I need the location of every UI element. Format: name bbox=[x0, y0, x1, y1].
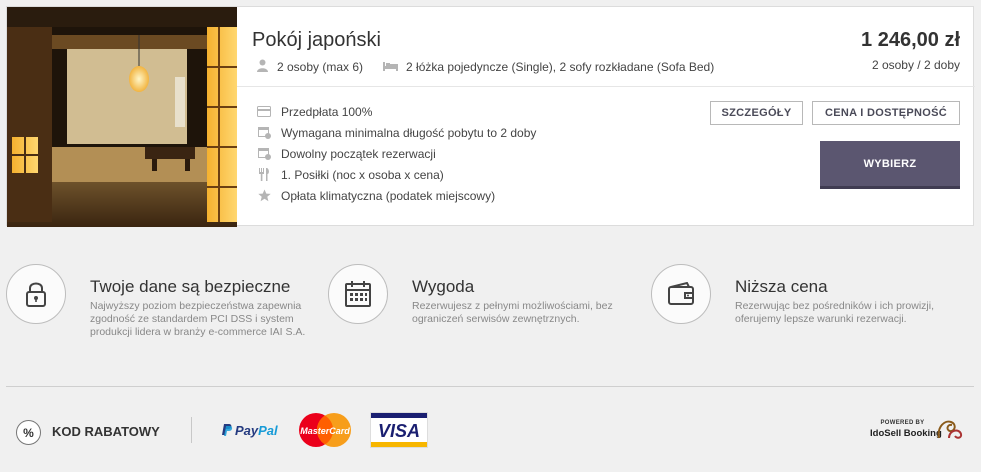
powered-by-label: POWERED BY bbox=[880, 420, 925, 426]
room-meta: 2 osoby (max 6) 2 łóżka pojedyncze (Sing… bbox=[256, 59, 714, 75]
feature-label: Dowolny początek rezerwacji bbox=[281, 146, 436, 161]
paypal-logo: PayPal bbox=[222, 423, 278, 438]
visa-text: VISA bbox=[377, 421, 420, 441]
padlock-icon bbox=[6, 264, 66, 324]
visa-logo: VISA bbox=[370, 412, 428, 448]
room-features: Przedpłata 100% Wymagana minimalna długo… bbox=[257, 101, 536, 206]
footer: % KOD RABATOWY PayPal MasterCard VISA PO… bbox=[0, 387, 981, 472]
price-availability-button[interactable]: CENA I DOSTĘPNOŚĆ bbox=[812, 101, 960, 125]
paypal-icon bbox=[222, 424, 233, 436]
feature-item: 1. Posiłki (noc x osoba x cena) bbox=[257, 164, 536, 185]
feature-label: 1. Posiłki (noc x osoba x cena) bbox=[281, 167, 444, 182]
benefit-title: Twoje dane są bezpieczne bbox=[90, 277, 291, 296]
room-price-sub: 2 osoby / 2 doby bbox=[871, 58, 960, 72]
paypal-text-a: Pay bbox=[235, 423, 259, 438]
paypal-text-b: Pal bbox=[258, 423, 278, 438]
benefit-text: Rezerwując bez pośredników i ich prowizj… bbox=[735, 300, 934, 325]
wallet-icon bbox=[651, 264, 711, 324]
calendar-icon bbox=[328, 264, 388, 324]
percent-icon[interactable]: % bbox=[16, 420, 41, 445]
credit-card-icon bbox=[257, 105, 271, 119]
choose-button[interactable]: WYBIERZ bbox=[820, 141, 960, 189]
benefit-title: Wygoda bbox=[412, 277, 475, 296]
room-title[interactable]: Pokój japoński bbox=[252, 29, 381, 52]
room-beds: 2 łóżka pojedyncze (Single), 2 sofy rozk… bbox=[406, 60, 715, 74]
bed-icon bbox=[383, 60, 399, 74]
mastercard-logo: MasterCard bbox=[299, 413, 351, 447]
benefit-text: Rezerwujesz z pełnymi możliwościami, bez… bbox=[412, 300, 613, 325]
mastercard-text: MasterCard bbox=[300, 426, 350, 436]
footer-separator bbox=[191, 417, 192, 443]
feature-label: Opłata klimatyczna (podatek miejscowy) bbox=[281, 188, 496, 203]
room-card: Pokój japoński 2 osoby (max 6) 2 łóżka p… bbox=[6, 6, 975, 227]
idosell-label[interactable]: IdoSell Booking bbox=[870, 428, 942, 439]
idosell-logo-icon bbox=[937, 420, 963, 439]
room-photo[interactable] bbox=[7, 7, 237, 227]
details-button[interactable]: SZCZEGÓŁY bbox=[710, 101, 803, 125]
fork-knife-icon bbox=[257, 168, 271, 182]
feature-item: Przedpłata 100% bbox=[257, 101, 536, 122]
calendar-clock-icon bbox=[257, 147, 271, 161]
feature-item: Wymagana minimalna długość pobytu to 2 d… bbox=[257, 122, 536, 143]
star-icon bbox=[257, 189, 271, 203]
room-guests: 2 osoby (max 6) bbox=[277, 60, 364, 74]
room-price: 1 246,00 zł bbox=[861, 29, 960, 51]
feature-label: Wymagana minimalna długość pobytu to 2 d… bbox=[281, 125, 537, 140]
feature-item: Opłata klimatyczna (podatek miejscowy) bbox=[257, 185, 536, 206]
feature-label: Przedpłata 100% bbox=[281, 104, 373, 119]
room-header: Pokój japoński 2 osoby (max 6) 2 łóżka p… bbox=[237, 7, 975, 87]
benefit-text: Najwyższy poziom bezpieczeństwa zapewnia… bbox=[90, 300, 306, 338]
calendar-clock-icon bbox=[257, 126, 271, 140]
feature-item: Dowolny początek rezerwacji bbox=[257, 143, 536, 164]
person-icon bbox=[256, 59, 269, 75]
benefit-title: Niższa cena bbox=[735, 277, 828, 296]
discount-code-link[interactable]: KOD RABATOWY bbox=[52, 424, 160, 439]
